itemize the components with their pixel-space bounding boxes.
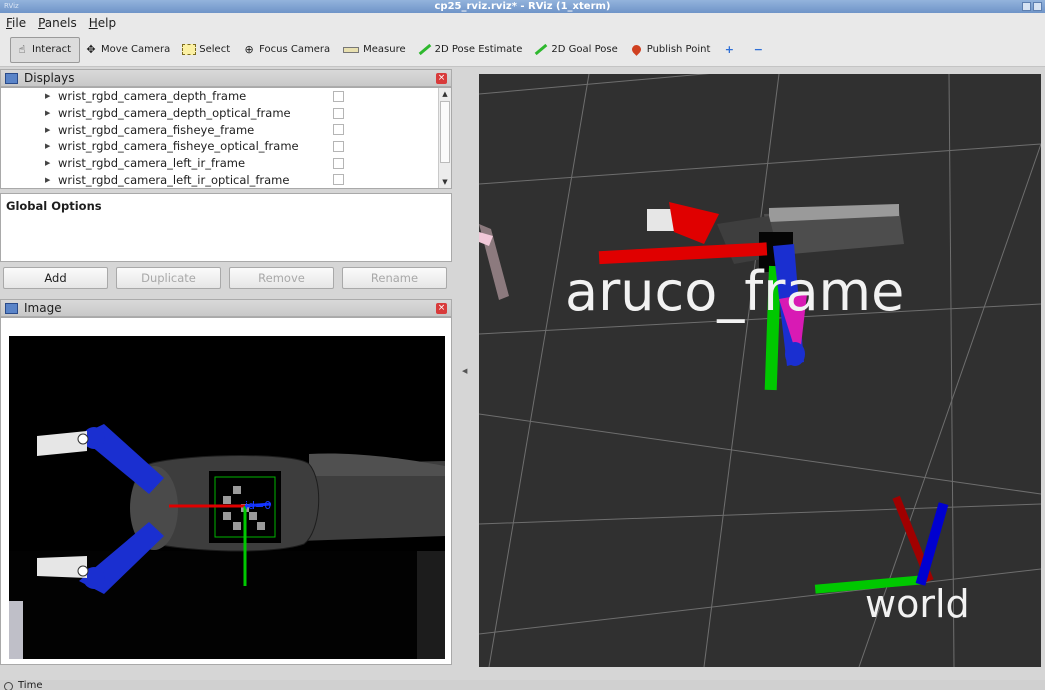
expand-arrow-icon[interactable]: ▶ xyxy=(45,126,50,134)
aruco-frame-label: aruco_frame xyxy=(565,260,904,323)
description-title: Global Options xyxy=(6,199,102,213)
tool-label: Focus Camera xyxy=(259,44,331,55)
remove-tool-button[interactable]: − xyxy=(747,37,776,63)
tree-item[interactable]: ▶ wrist_rgbd_camera_fisheye_optical_fram… xyxy=(1,138,451,155)
tool-measure[interactable]: Measure xyxy=(338,37,414,63)
tool-label: Interact xyxy=(32,44,72,55)
tool-select[interactable]: Select xyxy=(178,37,238,63)
time-panel-header: Time xyxy=(0,680,1045,690)
image-panel-header: Image × xyxy=(0,299,452,317)
tree-item[interactable]: ▶ wrist_rgbd_camera_left_ir_optical_fram… xyxy=(1,171,451,188)
property-description: Global Options xyxy=(0,193,452,262)
camera-image-view: id=0 xyxy=(9,336,445,659)
close-icon[interactable]: × xyxy=(436,303,447,314)
tool-2d-pose-estimate[interactable]: 2D Pose Estimate xyxy=(414,37,531,63)
tree-item-label: wrist_rgbd_camera_left_ir_frame xyxy=(58,156,246,171)
menu-bar: File Panels Help xyxy=(0,13,1045,33)
remove-button[interactable]: Remove xyxy=(229,267,334,289)
minimize-icon[interactable] xyxy=(1022,2,1031,11)
visibility-checkbox[interactable] xyxy=(333,124,344,136)
tool-label: Measure xyxy=(363,44,406,55)
visibility-checkbox[interactable] xyxy=(333,157,344,169)
clock-icon xyxy=(4,682,13,690)
tree-item[interactable]: ▶ wrist_rgbd_camera_fisheye_frame xyxy=(1,121,451,138)
green-arrow-icon xyxy=(534,43,548,57)
green-arrow-icon xyxy=(418,43,432,57)
tree-item-label: wrist_rgbd_camera_fisheye_frame xyxy=(58,122,255,137)
tool-label: Publish Point xyxy=(646,44,711,55)
app-mark: RViz xyxy=(4,2,19,10)
tree-item-label: wrist_rgbd_camera_depth_optical_frame xyxy=(58,106,291,121)
tree-item-label: wrist_rgbd_camera_left_ir_optical_frame xyxy=(58,172,290,187)
close-icon[interactable]: × xyxy=(436,73,447,84)
visibility-checkbox[interactable] xyxy=(333,90,344,102)
menu-help[interactable]: Help xyxy=(89,16,116,30)
add-button[interactable]: Add xyxy=(3,267,108,289)
displays-panel-title: Displays xyxy=(24,71,75,85)
world-frame-label: world xyxy=(865,582,970,626)
tool-move-camera[interactable]: ✥ Move Camera xyxy=(80,37,178,63)
displays-tree: ▶ wrist_rgbd_camera_depth_frame ▶ wrist_… xyxy=(0,87,452,189)
move-camera-icon: ✥ xyxy=(86,43,96,56)
minus-icon: − xyxy=(753,43,763,56)
displays-panel-header: Displays × xyxy=(0,69,452,87)
camera-image: id=0 xyxy=(9,336,445,659)
select-rect-icon xyxy=(182,43,197,57)
expand-arrow-icon[interactable]: ▶ xyxy=(45,109,50,117)
tool-2d-goal-pose[interactable]: 2D Goal Pose xyxy=(530,37,625,63)
image-icon xyxy=(5,302,18,314)
tool-label: 2D Goal Pose xyxy=(551,44,618,55)
window-title-bar: RViz cp25_rviz.rviz* - RViz (1_xterm) xyxy=(0,0,1045,13)
panel-splitter[interactable]: ◀ xyxy=(455,67,477,677)
expand-arrow-icon[interactable]: ▶ xyxy=(45,142,50,150)
collapse-arrow-icon[interactable]: ◀ xyxy=(462,367,467,375)
tree-item-label: wrist_rgbd_camera_fisheye_optical_frame xyxy=(58,139,299,154)
map-pin-icon xyxy=(630,43,644,57)
expand-arrow-icon[interactable]: ▶ xyxy=(45,159,50,167)
scroll-thumb[interactable] xyxy=(440,101,450,163)
expand-arrow-icon[interactable]: ▶ xyxy=(45,176,50,184)
visibility-checkbox[interactable] xyxy=(333,140,344,152)
add-tool-button[interactable]: + xyxy=(718,37,747,63)
ruler-icon xyxy=(342,43,360,57)
tree-item-label: wrist_rgbd_camera_depth_frame xyxy=(58,89,247,104)
window-title: cp25_rviz.rviz* - RViz (1_xterm) xyxy=(434,1,611,12)
tree-item[interactable]: ▶ wrist_rgbd_camera_left_ir_frame xyxy=(1,155,451,172)
menu-file[interactable]: File xyxy=(6,16,26,30)
maximize-icon[interactable] xyxy=(1033,2,1042,11)
marker-id-label: id=0 xyxy=(245,499,271,512)
menu-panels[interactable]: Panels xyxy=(38,16,77,30)
image-panel-title: Image xyxy=(24,301,62,315)
tool-focus-camera[interactable]: ⊕ Focus Camera xyxy=(238,37,338,63)
3d-scene: aruco_frame world xyxy=(479,74,1041,667)
focus-camera-icon: ⊕ xyxy=(244,43,254,56)
tool-interact[interactable]: ☝ Interact xyxy=(10,36,81,63)
rename-button[interactable]: Rename xyxy=(342,267,447,289)
toolbar: ☝ Interact ✥ Move Camera Select ⊕ Focus … xyxy=(0,33,1045,67)
hand-pointer-icon: ☝ xyxy=(18,43,26,56)
visibility-checkbox[interactable] xyxy=(333,174,344,186)
scroll-down-icon[interactable]: ▼ xyxy=(439,176,451,188)
duplicate-button[interactable]: Duplicate xyxy=(116,267,221,289)
displays-scrollbar[interactable]: ▲ ▼ xyxy=(438,88,451,188)
time-panel-title: Time xyxy=(18,680,43,690)
tool-publish-point[interactable]: Publish Point xyxy=(626,37,719,63)
tree-item[interactable]: ▶ wrist_rgbd_camera_depth_frame xyxy=(1,88,451,105)
displays-button-row: Add Duplicate Remove Rename xyxy=(3,267,447,289)
expand-arrow-icon[interactable]: ▶ xyxy=(45,92,50,100)
scroll-up-icon[interactable]: ▲ xyxy=(439,88,451,100)
tool-label: 2D Pose Estimate xyxy=(434,44,523,55)
tool-label: Move Camera xyxy=(101,44,171,55)
tool-label: Select xyxy=(199,44,231,55)
image-panel: id=0 xyxy=(0,317,452,665)
monitor-icon xyxy=(5,72,18,84)
3d-render-view[interactable]: aruco_frame world xyxy=(479,74,1041,667)
visibility-checkbox[interactable] xyxy=(333,107,344,119)
plus-icon: + xyxy=(724,43,734,56)
tree-item[interactable]: ▶ wrist_rgbd_camera_depth_optical_frame xyxy=(1,105,451,122)
